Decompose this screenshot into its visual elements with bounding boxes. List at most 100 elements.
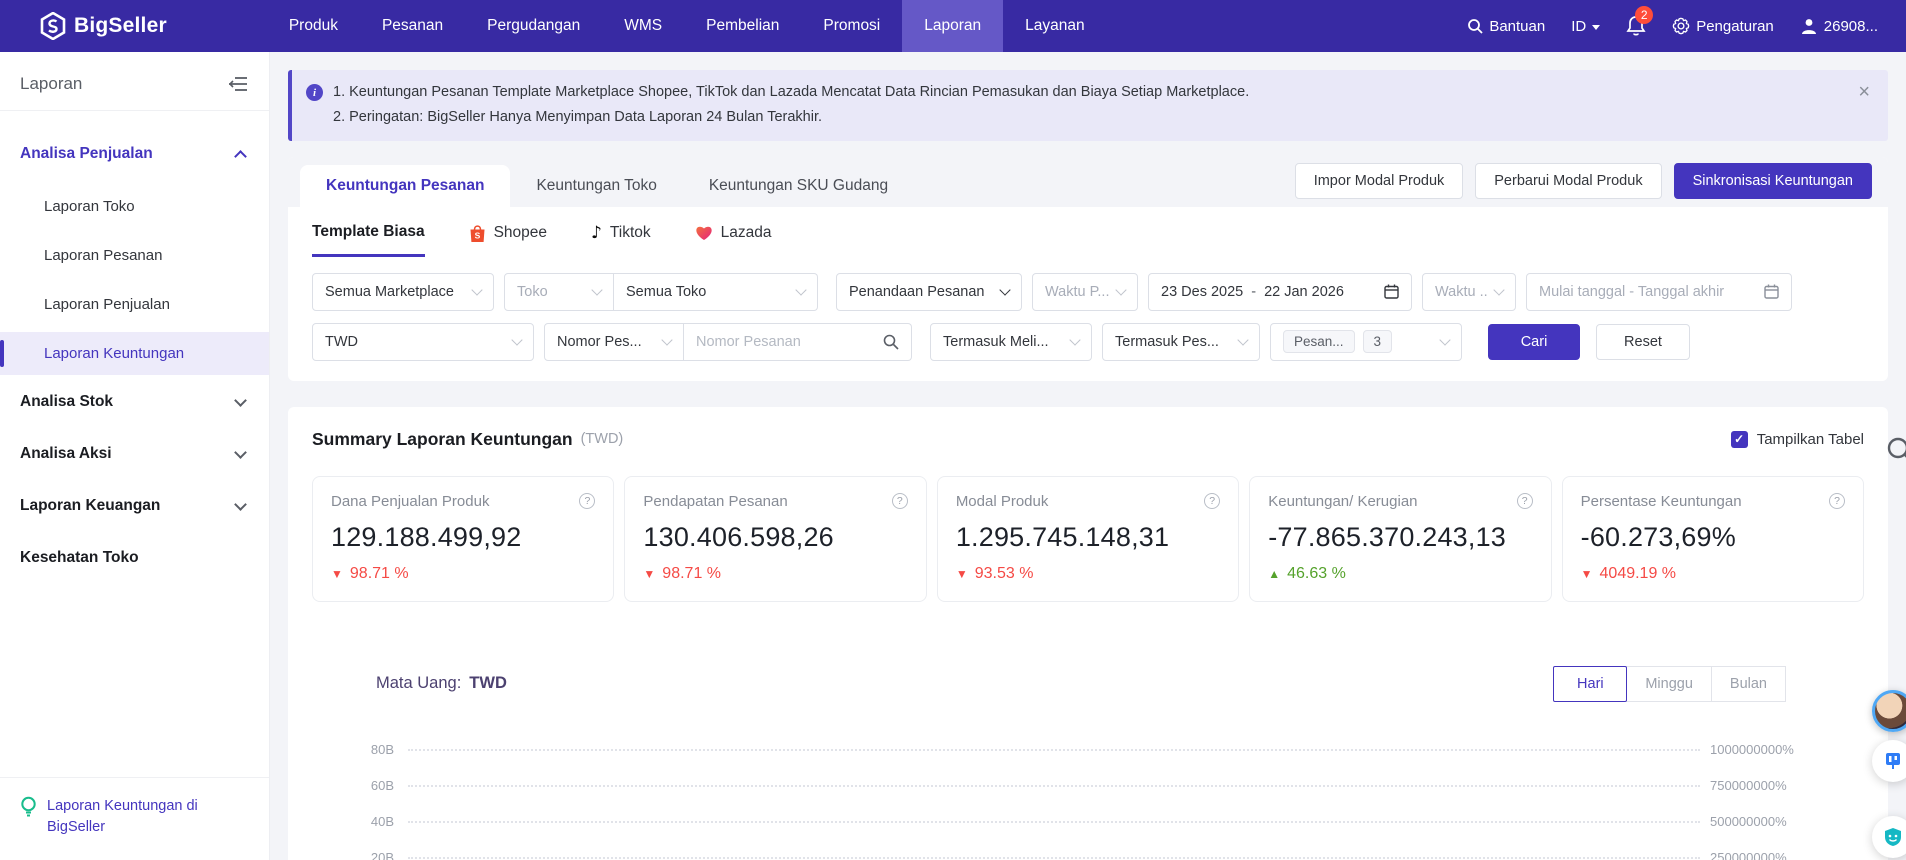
sidebar-title: Laporan [20,74,82,94]
zoom-search-icon[interactable] [1886,436,1906,466]
period-hari-button[interactable]: Hari [1553,666,1627,702]
waktu2-type-select[interactable]: Waktu ... [1422,273,1516,311]
penandaan-pesanan-select[interactable]: Penandaan Pesanan [836,273,1022,311]
reset-button[interactable]: Reset [1596,324,1690,360]
currency-value: TWD [325,334,505,350]
help-circle-icon[interactable]: ? [1204,493,1220,509]
main-tabs: Keuntungan Pesanan Keuntungan Toko Keunt… [288,157,1888,207]
marketplace-value: Semua Marketplace [325,284,465,300]
termasuk-pes-value: Termasuk Pes... [1115,334,1231,350]
nav-item-laporan[interactable]: Laporan [902,0,1003,52]
date-range-picker[interactable]: 23 Des 2025 - 22 Jan 2026 [1148,273,1412,311]
subtab-shopee[interactable]: S Shopee [469,224,547,256]
stat-change: 46.63 % [1287,565,1346,583]
subtab-label: Template Biasa [312,223,425,241]
date-range-picker-2[interactable]: Mulai tanggal - Tanggal akhir [1526,273,1792,311]
subtab-template-biasa[interactable]: Template Biasa [312,223,425,257]
gear-icon [1672,17,1690,35]
sidebar-item-laporan-toko[interactable]: Laporan Toko [0,185,269,228]
toko-select[interactable]: Semua Toko [614,273,818,311]
pesanan-count-tag: 3 [1363,330,1393,353]
tab-keuntungan-pesanan[interactable]: Keuntungan Pesanan [300,165,510,207]
impor-modal-produk-button[interactable]: Impor Modal Produk [1295,163,1464,199]
chat-widget-button[interactable] [1872,740,1906,782]
close-icon[interactable]: × [1858,82,1870,102]
main-menu: Produk Pesanan Pergudangan WMS Pembelian… [267,0,1107,52]
toko-type-select[interactable]: Toko [504,273,614,311]
sinkronisasi-keuntungan-button[interactable]: Sinkronisasi Keuntungan [1674,163,1872,199]
date-separator: - [1251,284,1256,300]
stat-label: Modal Produk [956,493,1049,510]
period-minggu-button[interactable]: Minggu [1626,666,1712,702]
sidebar-group-analisa-penjualan[interactable]: Analisa Penjualan [0,133,269,175]
period-bulan-button[interactable]: Bulan [1711,666,1786,702]
termasuk-pes-select[interactable]: Termasuk Pes... [1102,323,1260,361]
nav-item-produk[interactable]: Produk [267,0,360,52]
waktu-type-select[interactable]: Waktu P... [1032,273,1138,311]
tab-keuntungan-sku-gudang[interactable]: Keuntungan SKU Gudang [683,165,914,207]
report-card: Keuntungan Pesanan Keuntungan Toko Keunt… [288,157,1888,381]
period-toggle: Hari Minggu Bulan [1554,666,1786,702]
date-placeholder: Mulai tanggal - Tanggal akhir [1539,284,1756,300]
sidebar-group-analisa-aksi[interactable]: Analisa Aksi [0,433,269,475]
nav-item-wms[interactable]: WMS [602,0,684,52]
pesanan-multiselect[interactable]: Pesan... 3 [1270,323,1462,361]
sidebar-group-analisa-stok[interactable]: Analisa Stok [0,381,269,423]
subtab-label: Tiktok [610,224,651,242]
sidebar-item-laporan-penjualan[interactable]: Laporan Penjualan [0,283,269,326]
sidebar-collapse-icon[interactable] [229,76,247,92]
termasuk-meli-select[interactable]: Termasuk Meli... [930,323,1092,361]
help-link[interactable]: Bantuan [1467,18,1545,35]
chevron-down-icon [1237,334,1248,345]
sidebar-item-laporan-pesanan[interactable]: Laporan Pesanan [0,234,269,277]
subtab-tiktok[interactable]: ♪ Tiktok [591,223,651,256]
profit-chart: 80B 1000000000% 60B 750000000% 40B 50000… [312,732,1864,860]
stat-keuntungan-kerugian: Keuntungan/ Kerugian ? -77.865.370.243,1… [1249,476,1551,602]
search-icon[interactable] [883,334,899,350]
sidebar-group-laporan-keuangan[interactable]: Laporan Keuangan [0,485,269,527]
summary-currency-note: (TWD) [581,431,624,447]
sidebar-group-kesehatan-toko[interactable]: Kesehatan Toko [0,537,269,579]
settings-button[interactable]: Pengaturan [1672,17,1774,35]
language-selector[interactable]: ID [1571,18,1600,35]
chart-currency-label: Mata Uang:TWD [376,674,507,693]
stat-value: 130.406.598,26 [643,522,907,553]
nav-item-pesanan[interactable]: Pesanan [360,0,465,52]
y-axis-right-tick: 500000000% [1700,814,1804,829]
nomor-type-select[interactable]: Nomor Pes... [544,323,684,361]
stat-label: Pendapatan Pesanan [643,493,787,510]
nav-item-pergudangan[interactable]: Pergudangan [465,0,602,52]
checkbox-checked-icon[interactable] [1731,431,1748,448]
chevron-down-icon [234,394,247,407]
tab-keuntungan-toko[interactable]: Keuntungan Toko [510,165,682,207]
nav-item-pembelian[interactable]: Pembelian [684,0,801,52]
perbarui-modal-produk-button[interactable]: Perbarui Modal Produk [1475,163,1661,199]
help-circle-icon[interactable]: ? [1517,493,1533,509]
cari-button[interactable]: Cari [1488,324,1580,360]
sidebar-item-laporan-keuntungan[interactable]: Laporan Keuntungan [0,332,269,375]
help-circle-icon[interactable]: ? [1829,493,1845,509]
support-avatar[interactable] [1872,690,1906,732]
marketplace-select[interactable]: Semua Marketplace [312,273,494,311]
help-circle-icon[interactable]: ? [579,493,595,509]
user-id: 26908... [1824,18,1878,35]
order-number-input[interactable] [696,334,875,350]
tampilkan-tabel-checkbox[interactable]: Tampilkan Tabel [1731,431,1864,448]
help-circle-icon[interactable]: ? [892,493,908,509]
assistant-widget-button[interactable] [1872,816,1906,858]
sidebar-group-label: Analisa Aksi [20,445,112,463]
notifications-button[interactable]: 2 [1626,15,1646,37]
nav-item-layanan[interactable]: Layanan [1003,0,1106,52]
nav-item-promosi[interactable]: Promosi [801,0,902,52]
stat-label: Dana Penjualan Produk [331,493,489,510]
stat-persentase-keuntungan: Persentase Keuntungan ? -60.273,69% 4049… [1562,476,1864,602]
subtab-lazada[interactable]: Lazada [695,224,772,255]
sidebar-footer-link[interactable]: Laporan Keuntungan di BigSeller [47,796,245,838]
user-account[interactable]: 26908... [1800,17,1878,35]
brand[interactable]: BigSeller [40,12,167,40]
settings-label: Pengaturan [1696,18,1774,35]
order-number-search[interactable] [684,323,912,361]
currency-select[interactable]: TWD [312,323,534,361]
chevron-down-icon [1439,334,1450,345]
toko-value: Semua Toko [626,284,789,300]
